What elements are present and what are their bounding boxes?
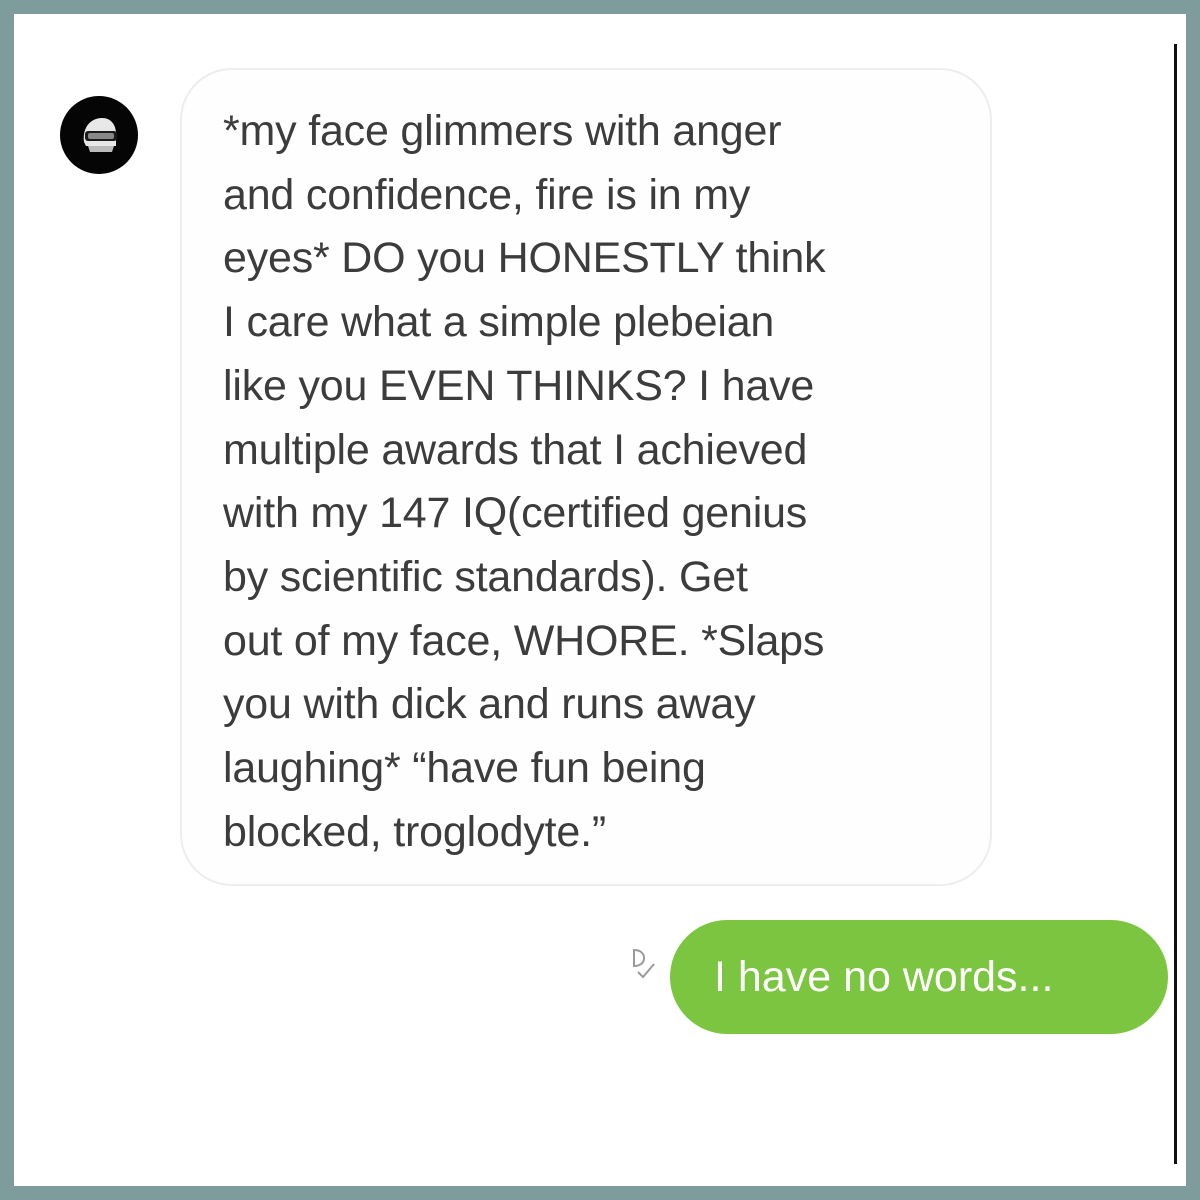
message-line: like you EVEN THINKS? I have — [223, 361, 815, 410]
edge-divider — [1174, 44, 1177, 1164]
message-line: and confidence, fire is in my — [223, 170, 751, 219]
message-line: by scientific standards). Get — [223, 552, 748, 601]
message-line: laughing* “have fun being — [223, 744, 706, 793]
screenshot-frame: *my face glimmers with anger and confide… — [14, 14, 1186, 1186]
message-line: I care what a simple plebeian — [223, 298, 775, 347]
helmet-avatar-icon — [83, 118, 117, 152]
message-line: you with dick and runs away — [223, 680, 756, 729]
sender-avatar[interactable] — [60, 96, 138, 174]
message-line: eyes* DO you HONESTLY think — [223, 234, 826, 283]
message-line: out of my face, WHORE. *Slaps — [223, 616, 825, 665]
incoming-message-text: *my face glimmers with anger and confide… — [223, 100, 960, 864]
outgoing-message-text: I have no words... — [714, 952, 1054, 1001]
incoming-message-bubble[interactable]: *my face glimmers with anger and confide… — [180, 68, 992, 886]
message-line: blocked, troglodyte.” — [223, 807, 607, 856]
delivered-check-icon — [624, 944, 664, 984]
message-line: *my face glimmers with anger — [223, 107, 782, 155]
outgoing-message-bubble[interactable]: I have no words... — [670, 920, 1168, 1034]
message-line: with my 147 IQ(certified genius — [223, 489, 808, 538]
message-line: multiple awards that I achieved — [223, 425, 808, 474]
